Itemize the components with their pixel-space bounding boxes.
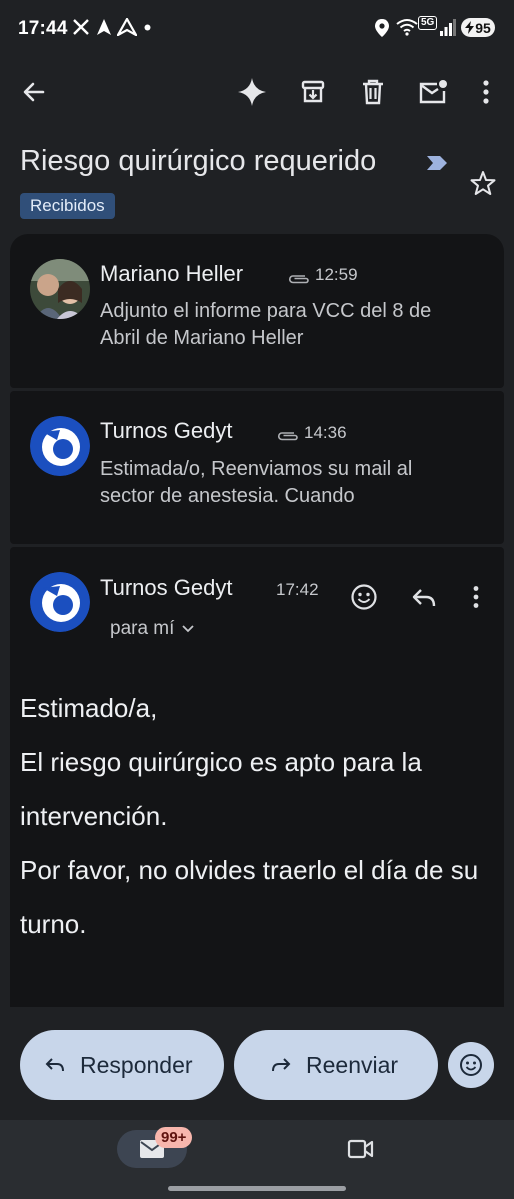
emoji-react-button[interactable] [448, 1042, 494, 1088]
navigation-arrow-icon [95, 18, 113, 36]
meet-video-icon[interactable] [347, 1137, 375, 1161]
location-icon [374, 18, 390, 38]
reply-button-label: Responder [80, 1051, 193, 1078]
reply-button[interactable]: Responder [20, 1030, 224, 1100]
reply-arrow-icon [45, 1058, 64, 1072]
message-snippet: Adjunto el informe para VCC del 8 de Abr… [100, 300, 432, 349]
message-body-line: Por favor, no olvides traerlo el día de … [20, 855, 479, 939]
email-subject: Riesgo quirúrgico requerido [20, 145, 377, 177]
chevron-down-icon [182, 625, 195, 633]
message-more-vert-icon[interactable] [472, 585, 480, 609]
sender-name: Mariano Heller [100, 261, 244, 286]
forward-button-label: Reenviar [306, 1051, 399, 1078]
sender-name: Turnos Gedyt [100, 418, 233, 443]
gemini-sparkle-icon[interactable] [236, 76, 268, 108]
navigation-arrow-icon-2 [117, 18, 137, 36]
attachment-icon [276, 429, 300, 443]
forward-button[interactable]: Reenviar [234, 1030, 438, 1100]
mark-unread-icon[interactable] [417, 76, 449, 108]
emoji-reaction-icon[interactable] [350, 583, 378, 611]
message-body-line: El riesgo quirúrgico es apto para la int… [20, 747, 422, 831]
gesture-bar[interactable] [168, 1186, 346, 1191]
message-time: 17:42 [276, 580, 319, 599]
battery-level: 95 [475, 19, 491, 36]
attachment-icon [287, 272, 311, 286]
5g-icon: 5G [418, 16, 438, 30]
bolt-icon [465, 21, 475, 34]
avatar [30, 259, 90, 319]
message-body-line: Estimado/a, [20, 693, 158, 723]
wifi-icon [396, 18, 418, 36]
more-vert-icon[interactable] [470, 76, 502, 108]
star-icon[interactable] [470, 170, 496, 196]
sender-name: Turnos Gedyt [100, 575, 233, 600]
back-arrow-icon[interactable] [18, 76, 50, 108]
dot-icon [144, 24, 151, 31]
forward-arrow-icon [272, 1058, 291, 1072]
recipient-details-toggle[interactable]: para mí [110, 618, 195, 640]
reply-icon[interactable] [410, 586, 438, 610]
unread-count-badge: 99+ [155, 1127, 193, 1148]
battery-indicator: 95 [461, 18, 495, 37]
avatar-gedyt-logo [30, 416, 90, 476]
inbox-label-chip[interactable]: Recibidos [20, 193, 115, 219]
delete-icon[interactable] [357, 76, 389, 108]
recipient-label: para mí [110, 618, 175, 639]
message-time: 14:36 [304, 423, 347, 442]
avatar-gedyt-logo [30, 572, 90, 632]
message-time: 12:59 [315, 265, 358, 284]
emoji-icon [460, 1054, 482, 1076]
archive-icon[interactable] [297, 76, 329, 108]
status-time: 17:44 [18, 18, 68, 39]
signal-icon [440, 18, 456, 36]
message-snippet: Estimada/o, Reenviamos su mail al sector… [100, 458, 413, 507]
x-logo-icon [72, 18, 90, 36]
important-marker-icon[interactable] [425, 154, 449, 172]
